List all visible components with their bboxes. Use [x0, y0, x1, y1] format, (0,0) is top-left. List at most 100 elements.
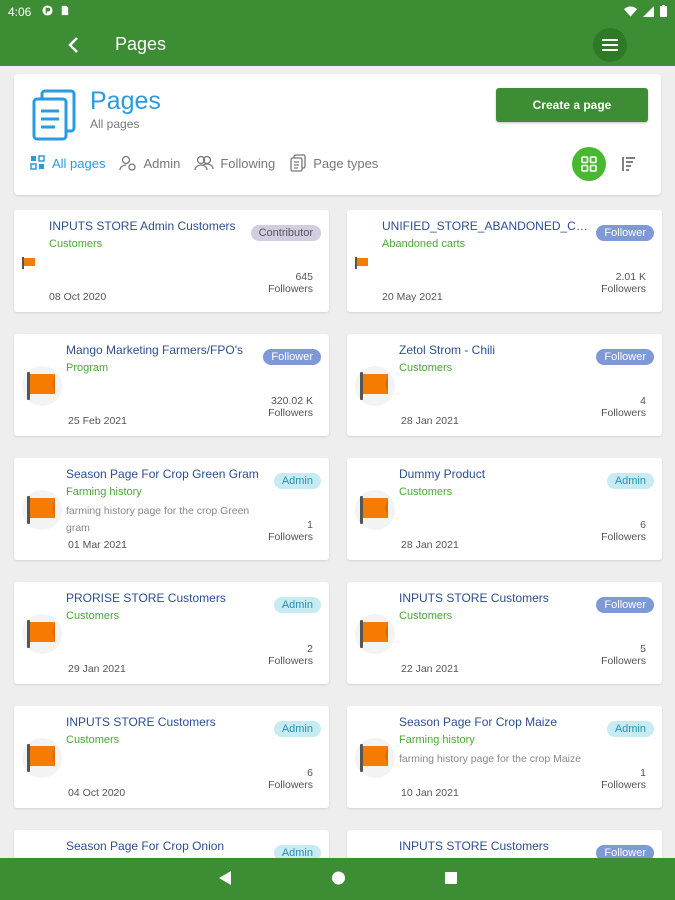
filter-tabs: All pages Admin Following Page types: [30, 154, 392, 172]
page-name: Season Page For Crop Maize: [399, 715, 558, 729]
nav-back-icon[interactable]: [218, 870, 232, 886]
flag-icon: [355, 366, 395, 406]
grid-small-icon: [30, 155, 45, 170]
followers-label: Followers: [601, 283, 646, 295]
filter-admin[interactable]: Admin: [119, 155, 180, 171]
followers-number: 2.01 K: [615, 271, 646, 283]
hamburger-menu-icon: [602, 39, 618, 51]
followers-label: Followers: [601, 531, 646, 543]
followers-count: 6 Followers: [243, 767, 313, 791]
grid-view-button[interactable]: [572, 147, 606, 181]
page-type: Customers: [49, 238, 103, 250]
filter-following[interactable]: Following: [194, 155, 275, 171]
page-name: UNIFIED_STORE_ABANDONED_CA...: [382, 219, 592, 233]
page-card[interactable]: Season Page For Crop Maize Farming histor…: [347, 706, 662, 808]
page-date: 25 Feb 2021: [68, 415, 127, 427]
page-date: 20 May 2021: [382, 291, 443, 303]
sd-card-icon: [61, 5, 69, 16]
flag-icon: [22, 614, 62, 654]
page-card[interactable]: INPUTS STORE Customers Customers 04 Oct 20…: [14, 706, 329, 808]
followers-number: 1: [640, 767, 646, 779]
page-date: 01 Mar 2021: [68, 539, 127, 551]
page-date: 04 Oct 2020: [68, 787, 126, 799]
filter-admin-label: Admin: [143, 155, 181, 171]
following-users-icon: [194, 155, 214, 171]
followers-count: 2.01 K Followers: [576, 271, 646, 295]
filter-following-label: Following: [220, 155, 276, 171]
page-title: Pages: [90, 87, 161, 115]
followers-count: 2 Followers: [243, 643, 313, 667]
page-card[interactable]: Mango Marketing Farmers/FPO's Program 25 F…: [14, 334, 329, 436]
role-badge: Follower: [596, 225, 654, 241]
followers-label: Followers: [601, 779, 646, 791]
page-description: farming history page for the crop Green …: [66, 505, 250, 534]
battery-icon: [660, 5, 667, 17]
page-card[interactable]: INPUTS STORE Admin Customers Customers 08 …: [14, 210, 329, 312]
nav-recents-icon[interactable]: [444, 870, 458, 886]
role-badge: Follower: [596, 597, 654, 613]
role-badge: Admin: [273, 473, 321, 489]
page-subtitle: All pages: [90, 117, 140, 131]
followers-number: 1: [307, 519, 313, 531]
signal-icon: [643, 5, 654, 17]
flag-icon: [355, 614, 395, 654]
followers-number: 645: [295, 271, 313, 283]
back-arrow-icon[interactable]: [62, 33, 86, 57]
page-card[interactable]: UNIFIED_STORE_ABANDONED_CA... Abandoned c…: [347, 210, 662, 312]
followers-number: 320.02 K: [270, 395, 313, 407]
page-card[interactable]: Dummy Product Customers 28 Jan 2021 Admin 6 F…: [347, 458, 662, 560]
menu-button[interactable]: [593, 28, 627, 62]
pages-document-icon: [32, 89, 76, 141]
nav-home-icon[interactable]: [331, 870, 346, 886]
followers-number: 6: [640, 519, 646, 531]
flag-icon: [22, 366, 62, 406]
flag-icon: [355, 738, 395, 778]
status-time: 4:06: [8, 5, 32, 19]
flag-icon: [355, 256, 369, 269]
page-type: Farming history: [399, 734, 475, 746]
flag-icon: [22, 490, 62, 530]
page-name: Zetol Strom - Chili: [399, 343, 496, 357]
flag-icon: [22, 256, 36, 269]
role-badge: Admin: [606, 721, 654, 737]
create-page-button[interactable]: Create a page: [496, 88, 648, 122]
followers-count: 1 Followers: [576, 767, 646, 791]
page-name: INPUTS STORE Admin Customers: [49, 219, 236, 233]
page-description: farming history page for the crop Maize: [399, 753, 582, 765]
page-name: Season Page For Crop Onion: [66, 839, 225, 853]
role-badge: Contributor: [250, 225, 321, 241]
followers-count: 1 Followers: [243, 519, 313, 543]
followers-count: 4 Followers: [576, 395, 646, 419]
page-type: Abandoned carts: [382, 238, 466, 250]
page-name: Season Page For Crop Green Gram: [66, 467, 259, 481]
followers-label: Followers: [601, 407, 646, 419]
page-card[interactable]: Season Page For Crop Green Gram Farming h…: [14, 458, 329, 560]
filter-page-types-label: Page types: [313, 155, 379, 171]
page-card[interactable]: PRORISE STORE Customers Customers 29 Jan 2…: [14, 582, 329, 684]
followers-label: Followers: [601, 655, 646, 667]
page-type: Program: [66, 362, 109, 374]
page-card[interactable]: Zetol Strom - Chili Customers 28 Jan 2021 F…: [347, 334, 662, 436]
page-name: PRORISE STORE Customers: [66, 591, 226, 605]
grid-view-icon: [581, 156, 597, 172]
page-type: Customers: [66, 734, 120, 746]
followers-label: Followers: [268, 655, 313, 667]
filter-all-pages[interactable]: All pages: [30, 155, 105, 171]
page-name: INPUTS STORE Customers: [399, 839, 549, 853]
page-name: INPUTS STORE Customers: [66, 715, 216, 729]
role-badge: Admin: [273, 721, 321, 737]
followers-number: 6: [307, 767, 313, 779]
role-badge: Follower: [596, 349, 654, 365]
role-badge: Follower: [263, 349, 321, 365]
followers-count: 645 Followers: [243, 271, 313, 295]
filter-all-pages-label: All pages: [52, 155, 106, 171]
sort-icon[interactable]: [618, 154, 638, 174]
page-date: 28 Jan 2021: [401, 539, 459, 551]
app-notification-icon: [42, 5, 53, 16]
page-type: Customers: [399, 610, 453, 622]
page-card[interactable]: INPUTS STORE Customers Customers 22 Jan 20…: [347, 582, 662, 684]
filter-page-types[interactable]: Page types: [289, 154, 378, 172]
flag-icon: [355, 490, 395, 530]
page-date: 10 Jan 2021: [401, 787, 459, 799]
page-type: Customers: [66, 610, 120, 622]
